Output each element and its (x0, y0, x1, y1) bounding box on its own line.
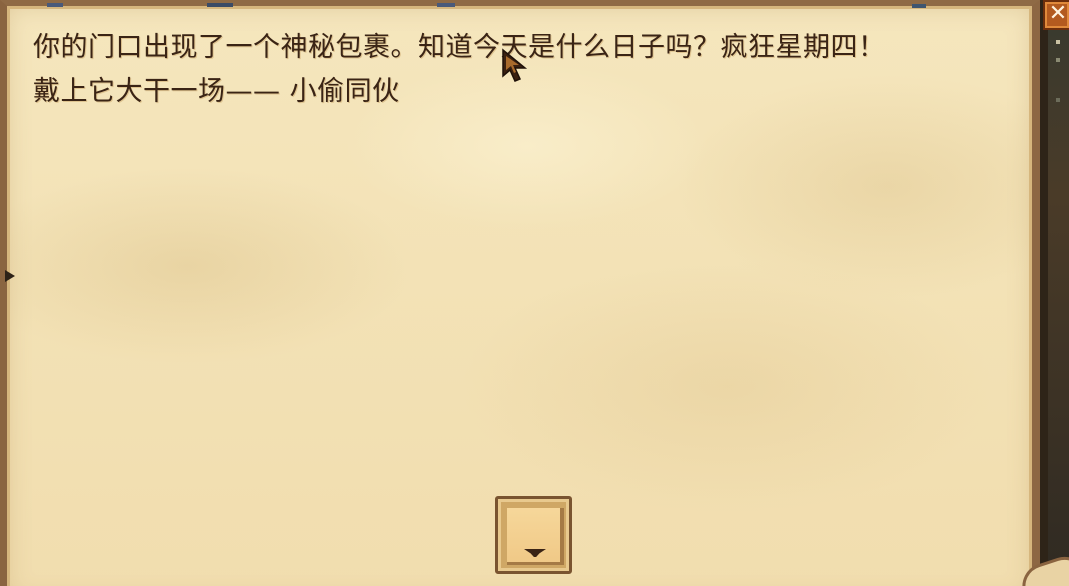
chevron-down-icon (524, 549, 546, 557)
border-decoration (47, 3, 63, 7)
close-button[interactable]: ✕ (1043, 0, 1069, 30)
border-decoration (207, 3, 233, 7)
scroll-down-button-face (507, 508, 564, 565)
game-screen: 你的门口出现了一个神秘包裹。知道今天是什么日子吗？疯狂星期四！ 戴上它大干一场—… (0, 0, 1069, 586)
close-icon: ✕ (1048, 1, 1068, 26)
scroll-down-button[interactable] (495, 496, 572, 574)
letter-message: 你的门口出现了一个神秘包裹。知道今天是什么日子吗？疯狂星期四！ 戴上它大干一场—… (33, 32, 886, 107)
border-decoration (912, 4, 926, 8)
border-decoration (5, 270, 15, 282)
window-frame-right (1048, 30, 1069, 586)
border-decoration (437, 3, 455, 7)
frame-decoration (1056, 40, 1060, 44)
